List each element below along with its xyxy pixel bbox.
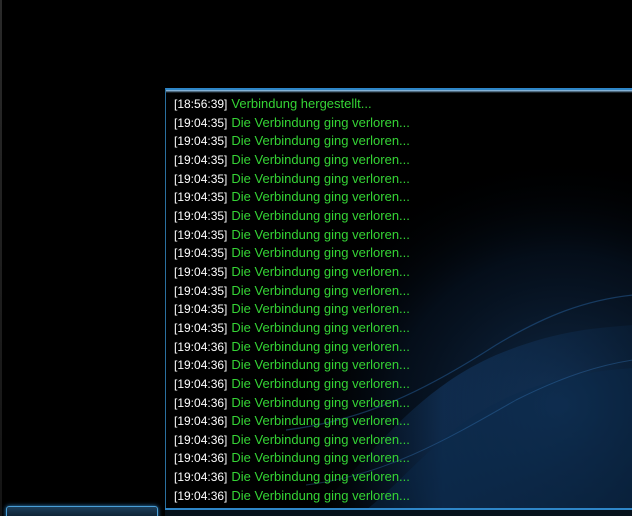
log-message: Die Verbindung ging verloren... — [231, 170, 410, 186]
log-timestamp: [19:04:35] — [174, 283, 228, 298]
log-entry: [19:04:35] Die Verbindung ging verloren..… — [174, 132, 632, 151]
log-entry: [19:04:35] Die Verbindung ging verloren..… — [174, 207, 632, 226]
log-entry: [19:04:35] Die Verbindung ging verloren..… — [174, 188, 632, 207]
log-entry: [19:04:35] Die Verbindung ging verloren..… — [174, 151, 632, 170]
log-message: Die Verbindung ging verloren... — [231, 450, 410, 466]
log-timestamp: [19:04:36] — [174, 451, 228, 466]
log-message: Die Verbindung ging verloren... — [231, 431, 410, 447]
log-timestamp: [19:04:35] — [174, 115, 228, 130]
log-timestamp: [19:04:36] — [174, 358, 228, 373]
log-timestamp: [19:04:36] — [174, 432, 228, 447]
log-timestamp: [19:04:36] — [174, 395, 228, 410]
log-entry: [19:04:36] Die Verbindung ging verloren..… — [174, 338, 632, 357]
log-message: Die Verbindung ging verloren... — [231, 226, 410, 242]
log-entry: [19:04:35] Die Verbindung ging verloren..… — [174, 319, 632, 338]
log-entry: [19:04:35] Die Verbindung ging verloren..… — [174, 300, 632, 319]
log-entry: [19:04:35] Die Verbindung ging verloren..… — [174, 226, 632, 245]
log-entry: [19:04:36] Die Verbindung ging verloren..… — [174, 375, 632, 394]
log-message: Verbindung hergestellt... — [231, 96, 372, 111]
log-entry: [19:04:36] Die Verbindung ging verloren..… — [174, 394, 632, 413]
log-entry: [19:04:36] Die Verbindung ging verloren..… — [174, 468, 632, 487]
log-message: Die Verbindung ging verloren... — [231, 394, 410, 410]
log-message: Die Verbindung ging verloren... — [231, 375, 410, 391]
log-timestamp: [19:04:36] — [174, 376, 228, 391]
log-entry: [19:04:35] Die Verbindung ging verloren..… — [174, 263, 632, 282]
log-entry: [19:04:35] Die Verbindung ging verloren..… — [174, 244, 632, 263]
log-message: Die Verbindung ging verloren... — [231, 263, 410, 279]
log-timestamp: [19:04:36] — [174, 414, 228, 429]
log-message: Die Verbindung ging verloren... — [231, 319, 410, 335]
log-timestamp: [18:56:39] — [174, 97, 228, 111]
log-timestamp: [19:04:35] — [174, 190, 228, 205]
log-entry: [19:04:35] Die Verbindung ging verloren..… — [174, 170, 632, 189]
sidebar-button[interactable] — [6, 506, 158, 516]
log-entry: [18:56:39] Verbindung hergestellt... — [174, 95, 632, 114]
log-entry: [19:04:35] Die Verbindung ging verloren..… — [174, 114, 632, 133]
log-message: Die Verbindung ging verloren... — [231, 114, 410, 130]
log-message: Die Verbindung ging verloren... — [231, 282, 410, 298]
message-input-field[interactable] — [165, 508, 632, 516]
app-window: [18:56:39] Verbindung hergestellt... [19:0… — [0, 0, 632, 516]
log-timestamp: [19:04:36] — [174, 470, 228, 485]
log-message: Die Verbindung ging verloren... — [231, 338, 410, 354]
log-message: Die Verbindung ging verloren... — [231, 151, 410, 167]
log-message: Die Verbindung ging verloren... — [231, 207, 410, 223]
log-message: Die Verbindung ging verloren... — [231, 357, 410, 373]
log-entry: [19:04:36] Die Verbindung ging verloren..… — [174, 487, 632, 506]
log-message: Die Verbindung ging verloren... — [231, 469, 410, 485]
log-entry: [19:04:35] Die Verbindung ging verloren..… — [174, 282, 632, 301]
log-timestamp: [19:04:35] — [174, 320, 228, 335]
log-timestamp: [19:04:35] — [174, 227, 228, 242]
log-timestamp: [19:04:35] — [174, 302, 228, 317]
log-timestamp: [19:04:36] — [174, 339, 228, 354]
log-message: Die Verbindung ging verloren... — [231, 487, 410, 503]
log-entry: [19:04:36] Die Verbindung ging verloren..… — [174, 356, 632, 375]
log-message: Die Verbindung ging verloren... — [231, 133, 410, 149]
log-message: Die Verbindung ging verloren... — [231, 189, 410, 205]
log-message: Die Verbindung ging verloren... — [231, 413, 410, 429]
log-entry: [19:04:36] Die Verbindung ging verloren..… — [174, 412, 632, 431]
log-message-list: [18:56:39] Verbindung hergestellt... [19:0… — [166, 90, 632, 505]
log-timestamp: [19:04:35] — [174, 152, 228, 167]
log-timestamp: [19:04:35] — [174, 246, 228, 261]
window-edge — [0, 0, 2, 516]
log-timestamp: [19:04:35] — [174, 171, 228, 186]
log-timestamp: [19:04:35] — [174, 134, 228, 149]
log-timestamp: [19:04:35] — [174, 208, 228, 223]
log-message: Die Verbindung ging verloren... — [231, 301, 410, 317]
chat-log-panel[interactable]: [18:56:39] Verbindung hergestellt... [19:0… — [165, 88, 632, 508]
log-message: Die Verbindung ging verloren... — [231, 245, 410, 261]
log-timestamp: [19:04:36] — [174, 488, 228, 503]
log-entry: [19:04:36] Die Verbindung ging verloren..… — [174, 431, 632, 450]
log-timestamp: [19:04:35] — [174, 264, 228, 279]
log-entry: [19:04:36] Die Verbindung ging verloren..… — [174, 449, 632, 468]
